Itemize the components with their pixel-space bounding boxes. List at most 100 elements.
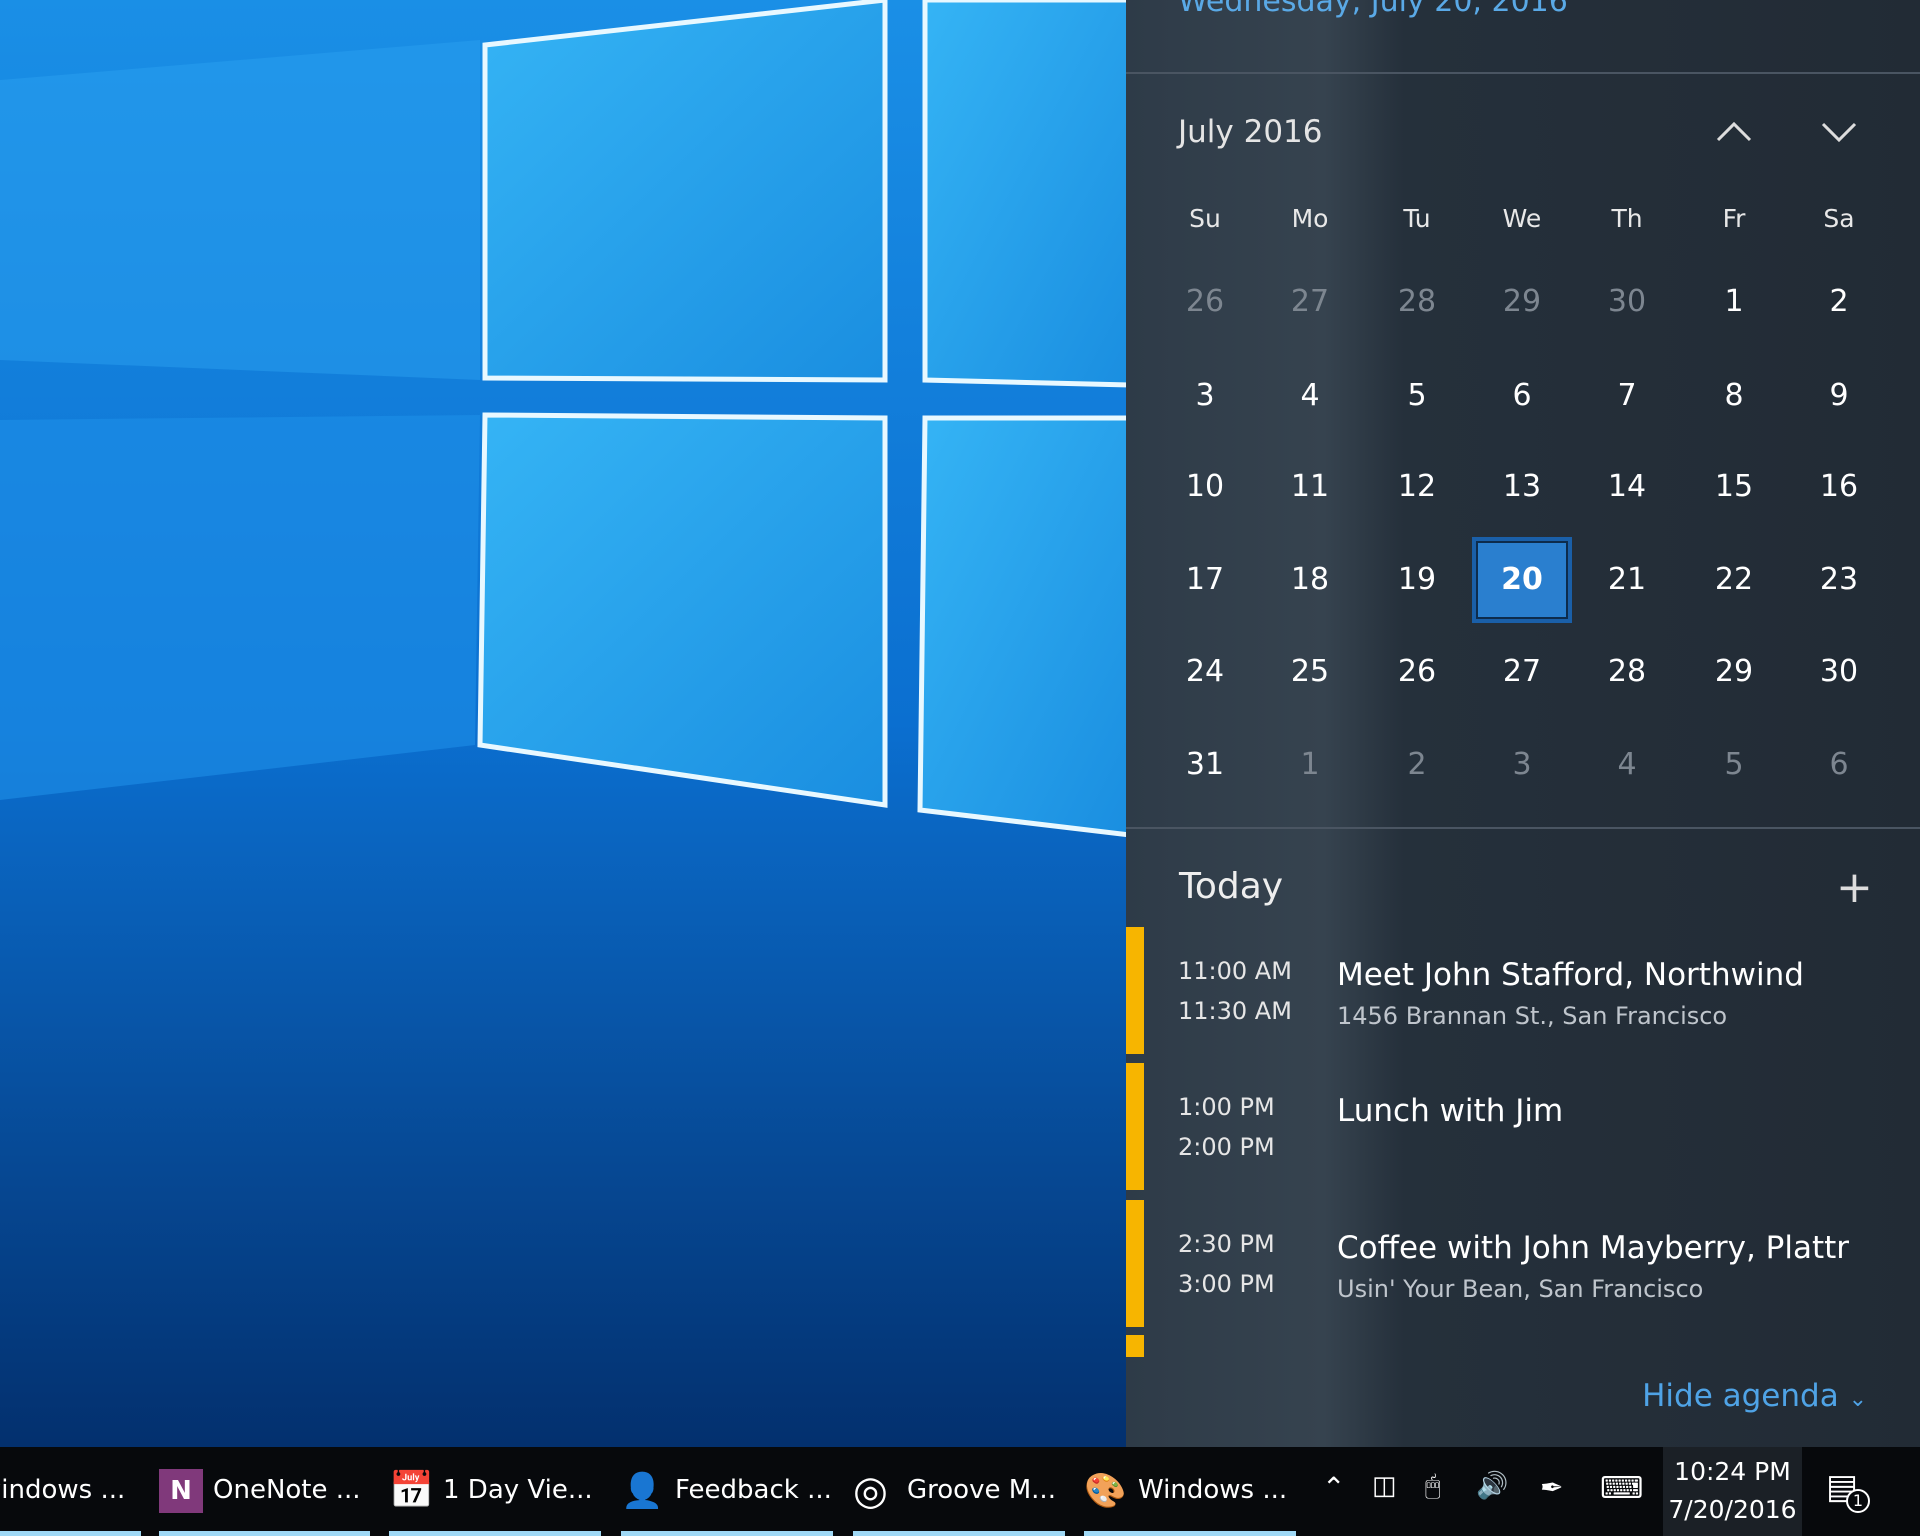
calendar-day[interactable]: 30 [1587, 272, 1667, 332]
calendar-day[interactable]: 26 [1377, 642, 1457, 702]
calendar-day[interactable]: 27 [1482, 642, 1562, 702]
taskbar-app-label: Feedback ... [675, 1475, 832, 1505]
agenda-event[interactable]: 2:30 PM 3:00 PM Coffee with John Mayberr… [1126, 1200, 1920, 1327]
hide-agenda-label: Hide agenda [1642, 1378, 1839, 1414]
add-event-plus-icon[interactable]: + [1836, 862, 1873, 913]
divider [1126, 827, 1920, 829]
running-indicator [159, 1531, 370, 1536]
calendar-day[interactable]: 21 [1587, 550, 1667, 610]
calendar-day[interactable]: 2 [1377, 735, 1457, 795]
calendar-day[interactable]: 1 [1694, 272, 1774, 332]
groove-music-icon: ◎ [853, 1467, 888, 1514]
calendar-day[interactable]: 8 [1694, 366, 1774, 426]
month-label[interactable]: July 2016 [1178, 114, 1323, 150]
taskbar-app[interactable]: N OneNote ... [159, 1447, 370, 1536]
calendar-day[interactable]: 31 [1165, 735, 1245, 795]
network-icon[interactable]: 🖱 [1425, 1471, 1441, 1502]
taskbar-app-label: OneNote ... [213, 1475, 361, 1505]
full-date-link[interactable]: Wednesday, July 20, 2016 [1178, 0, 1568, 19]
paint-icon: 🎨 [1084, 1470, 1127, 1511]
calendar-day[interactable]: 5 [1694, 735, 1774, 795]
running-indicator [1084, 1531, 1296, 1536]
calendar-day[interactable]: 9 [1799, 366, 1879, 426]
calendar-day[interactable]: 4 [1587, 735, 1667, 795]
calendar-day[interactable]: 3 [1482, 735, 1562, 795]
calendar-day[interactable]: 17 [1165, 550, 1245, 610]
next-month-chevron-down-icon[interactable] [1819, 112, 1859, 152]
calendar-day[interactable]: 3 [1165, 366, 1245, 426]
taskbar-app[interactable]: ◎ Groove M... [853, 1447, 1065, 1536]
volume-icon[interactable]: 🔊 [1476, 1471, 1508, 1501]
calendar-day[interactable]: 28 [1377, 272, 1457, 332]
calendar-day[interactable]: 26 [1165, 272, 1245, 332]
taskbar-app-label: Groove M... [907, 1475, 1056, 1505]
show-hidden-icons-chevron-up-icon[interactable]: ⌃ [1322, 1471, 1345, 1504]
chevron-down-icon: ⌄ [1848, 1387, 1867, 1412]
calendar-day[interactable]: 16 [1799, 457, 1879, 517]
calendar-day[interactable]: 18 [1270, 550, 1350, 610]
taskbar-app[interactable]: windows ... [0, 1447, 141, 1536]
taskbar: windows ... N OneNote ... 📅 1 Day Vie... 👤 Fee… [0, 1447, 1920, 1536]
calendar-day[interactable]: 2 [1799, 272, 1879, 332]
calendar-day[interactable]: 29 [1482, 272, 1562, 332]
calendar-day[interactable]: 28 [1587, 642, 1667, 702]
power-icon[interactable]: ◫ [1372, 1471, 1397, 1501]
divider [1126, 72, 1920, 74]
event-title: Meet John Stafford, Northwind [1337, 957, 1804, 993]
agenda-event[interactable]: 1:00 PM 2:00 PM Lunch with Jim [1126, 1063, 1920, 1190]
event-title: Lunch with Jim [1337, 1093, 1564, 1129]
calendar-day[interactable]: 6 [1482, 366, 1562, 426]
weekday-header: Tu [1403, 204, 1431, 233]
event-color-bar [1126, 1063, 1144, 1190]
calendar-day[interactable]: 11 [1270, 457, 1350, 517]
taskbar-app-label: 1 Day Vie... [443, 1475, 593, 1505]
event-color-bar [1126, 927, 1144, 1054]
agenda-event[interactable]: 11:00 AM 11:30 AM Meet John Stafford, No… [1126, 927, 1920, 1054]
weekday-header: Fr [1722, 204, 1746, 233]
event-start: 11:00 AM [1178, 957, 1292, 985]
event-color-bar [1126, 1200, 1144, 1327]
event-end: 3:00 PM [1178, 1270, 1275, 1298]
onenote-icon: N [159, 1468, 203, 1513]
calendar-day[interactable]: 7 [1587, 366, 1667, 426]
calendar-day[interactable]: 22 [1694, 550, 1774, 610]
calendar-day[interactable]: 14 [1587, 457, 1667, 517]
calendar-day[interactable]: 25 [1270, 642, 1350, 702]
weekday-header: We [1502, 204, 1542, 233]
event-start: 2:30 PM [1178, 1230, 1275, 1258]
running-indicator [853, 1531, 1065, 1536]
calendar-day[interactable]: 30 [1799, 642, 1879, 702]
calendar-day[interactable]: 1 [1270, 735, 1350, 795]
calendar-icon: 📅 [389, 1469, 434, 1511]
calendar-day[interactable]: 24 [1165, 642, 1245, 702]
calendar-day[interactable]: 6 [1799, 735, 1879, 795]
calendar-day[interactable]: 15 [1694, 457, 1774, 517]
event-location: 1456 Brannan St., San Francisco [1337, 1002, 1728, 1030]
pen-icon[interactable]: ✒ [1540, 1471, 1563, 1504]
taskbar-app[interactable]: 🎨 Windows ... [1084, 1447, 1296, 1536]
previous-month-chevron-up-icon[interactable] [1714, 112, 1754, 152]
weekday-header: Mo [1291, 204, 1329, 233]
hide-agenda-button[interactable]: Hide agenda ⌄ [1642, 1378, 1867, 1414]
calendar-day[interactable]: 23 [1799, 550, 1879, 610]
touch-keyboard-icon[interactable]: ⌨ [1600, 1471, 1643, 1506]
calendar-day[interactable]: 27 [1270, 272, 1350, 332]
calendar-day[interactable]: 12 [1377, 457, 1457, 517]
calendar-day[interactable]: 19 [1377, 550, 1457, 610]
taskbar-app-label: windows ... [0, 1475, 126, 1505]
running-indicator [0, 1531, 141, 1536]
calendar-day[interactable]: 10 [1165, 457, 1245, 517]
desktop-wallpaper [0, 0, 1130, 1447]
action-center-icon[interactable]: ▤ 1 [1826, 1467, 1870, 1513]
calendar-day[interactable]: 13 [1482, 457, 1562, 517]
event-location: Usin' Your Bean, San Francisco [1337, 1275, 1704, 1303]
calendar-day[interactable]: 5 [1377, 366, 1457, 426]
taskbar-app[interactable]: 👤 Feedback ... [621, 1447, 833, 1536]
calendar-day-today[interactable]: 20 [1472, 537, 1572, 623]
calendar-day[interactable]: 4 [1270, 366, 1350, 426]
calendar-day[interactable]: 29 [1694, 642, 1774, 702]
clock-button[interactable]: 10:24 PM 7/20/2016 [1663, 1447, 1802, 1536]
event-title: Coffee with John Mayberry, Plattr [1337, 1230, 1850, 1266]
clock-time: 10:24 PM [1674, 1457, 1791, 1486]
taskbar-app[interactable]: 📅 1 Day Vie... [389, 1447, 601, 1536]
